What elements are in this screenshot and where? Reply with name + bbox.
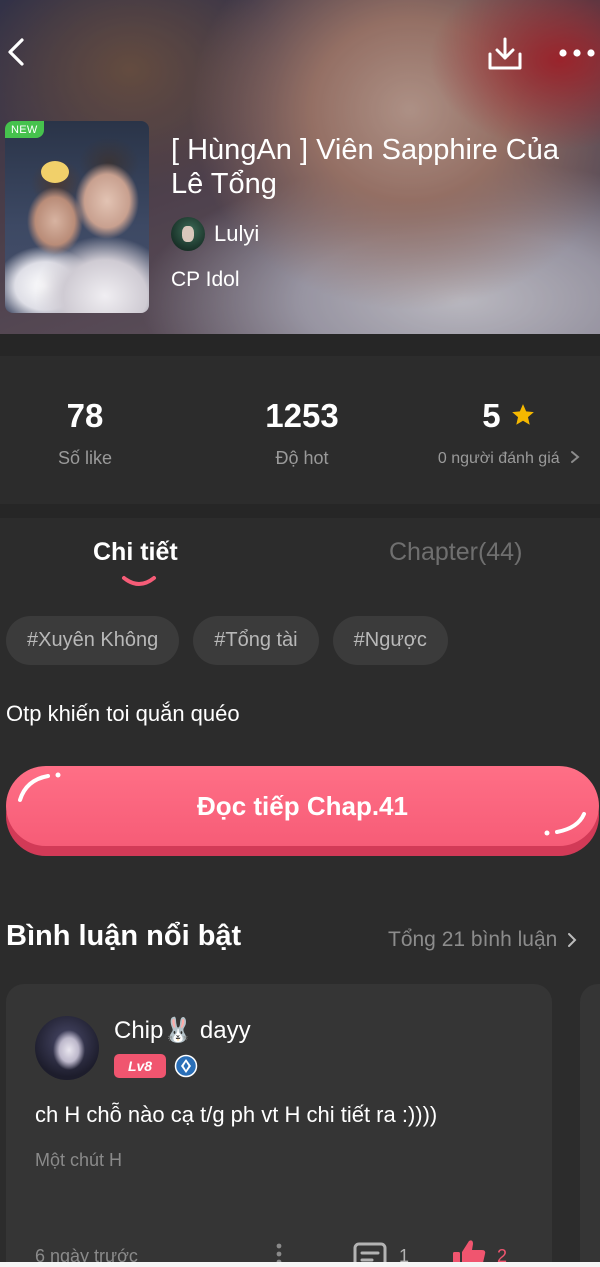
tab-details[interactable]: Chi tiết — [93, 538, 178, 567]
new-badge: NEW — [5, 121, 44, 138]
cover-sticker — [41, 161, 69, 183]
likes-label: Số like — [57, 448, 113, 468]
stats-panel: 78 Số like 1253 Độ hot 5 0 người đánh gi… — [0, 356, 600, 504]
comment-text: ch H chỗ nào cạ t/g ph vt H chi tiết ra … — [35, 1102, 438, 1127]
author-name: Lulyi — [214, 221, 260, 246]
author-avatar — [171, 217, 205, 251]
likes-value: 78 — [66, 397, 104, 434]
tab-chapters[interactable]: Chapter(44) — [389, 538, 522, 567]
tag-item[interactable]: #Ngược — [332, 616, 448, 665]
story-category[interactable]: CP Idol — [171, 268, 240, 292]
comment-chapter-ref[interactable]: Một chút H — [35, 1150, 122, 1171]
rating-count-label: 0 người đánh giá — [437, 450, 560, 467]
more-options-button[interactable] — [556, 38, 600, 68]
rating-stat[interactable]: 5 0 người đánh giá — [418, 396, 600, 468]
commenter-name[interactable]: Chip🐰 dayy — [114, 1016, 251, 1045]
chevron-right-icon — [571, 451, 580, 463]
story-cover-image[interactable] — [5, 121, 149, 313]
continue-reading-label: Đọc tiếp Chap.41 — [197, 791, 408, 821]
rating-label-row: 0 người đánh giá — [418, 450, 600, 468]
commenter-avatar[interactable] — [35, 1016, 99, 1080]
hot-value: 1253 — [265, 397, 339, 434]
rating-value-row: 5 — [418, 396, 600, 436]
star-icon — [511, 404, 534, 425]
more-horizontal-icon — [559, 49, 595, 57]
system-nav-strip — [0, 1262, 600, 1267]
tag-item[interactable]: #Tổng tài — [193, 616, 319, 665]
comment-card[interactable]: Chip🐰 dayy Lv8 ch H chỗ nào cạ t/g ph vt… — [6, 984, 552, 1267]
download-icon — [488, 37, 522, 70]
top-bar — [0, 28, 600, 78]
story-title: [ HùngAn ] Viên Sapphire Của Lê Tổng — [171, 134, 560, 200]
comments-total: Tổng 21 bình luận — [388, 928, 558, 951]
hot-stat: 1253 Độ hot — [202, 396, 402, 469]
back-button[interactable] — [2, 34, 32, 70]
chevron-right-icon — [568, 933, 577, 947]
tag-list: #Xuyên Không #Tổng tài #Ngược — [6, 616, 448, 665]
author-link[interactable]: Lulyi — [171, 217, 259, 251]
next-comment-card[interactable] — [580, 984, 600, 1267]
chevron-left-icon — [8, 38, 24, 66]
level-badge: Lv8 — [114, 1054, 166, 1078]
hot-label: Độ hot — [275, 448, 329, 468]
download-button[interactable] — [484, 34, 526, 74]
all-comments-link[interactable]: Tổng 21 bình luận — [388, 928, 577, 952]
tab-bar: Chi tiết Chapter(44) — [0, 518, 600, 598]
rating-value: 5 — [482, 397, 501, 434]
tab-active-indicator — [122, 576, 156, 586]
likes-stat: 78 Số like — [0, 396, 185, 469]
tag-item[interactable]: #Xuyên Không — [6, 616, 180, 665]
continue-reading-button[interactable]: Đọc tiếp Chap.41 — [6, 766, 599, 856]
verified-icon — [174, 1054, 198, 1078]
comments-heading: Bình luận nổi bật — [6, 920, 242, 952]
story-description: Otp khiến toi quắn quéo — [6, 701, 240, 726]
details-panel: #Xuyên Không #Tổng tài #Ngược Otp khiến … — [0, 598, 600, 1267]
